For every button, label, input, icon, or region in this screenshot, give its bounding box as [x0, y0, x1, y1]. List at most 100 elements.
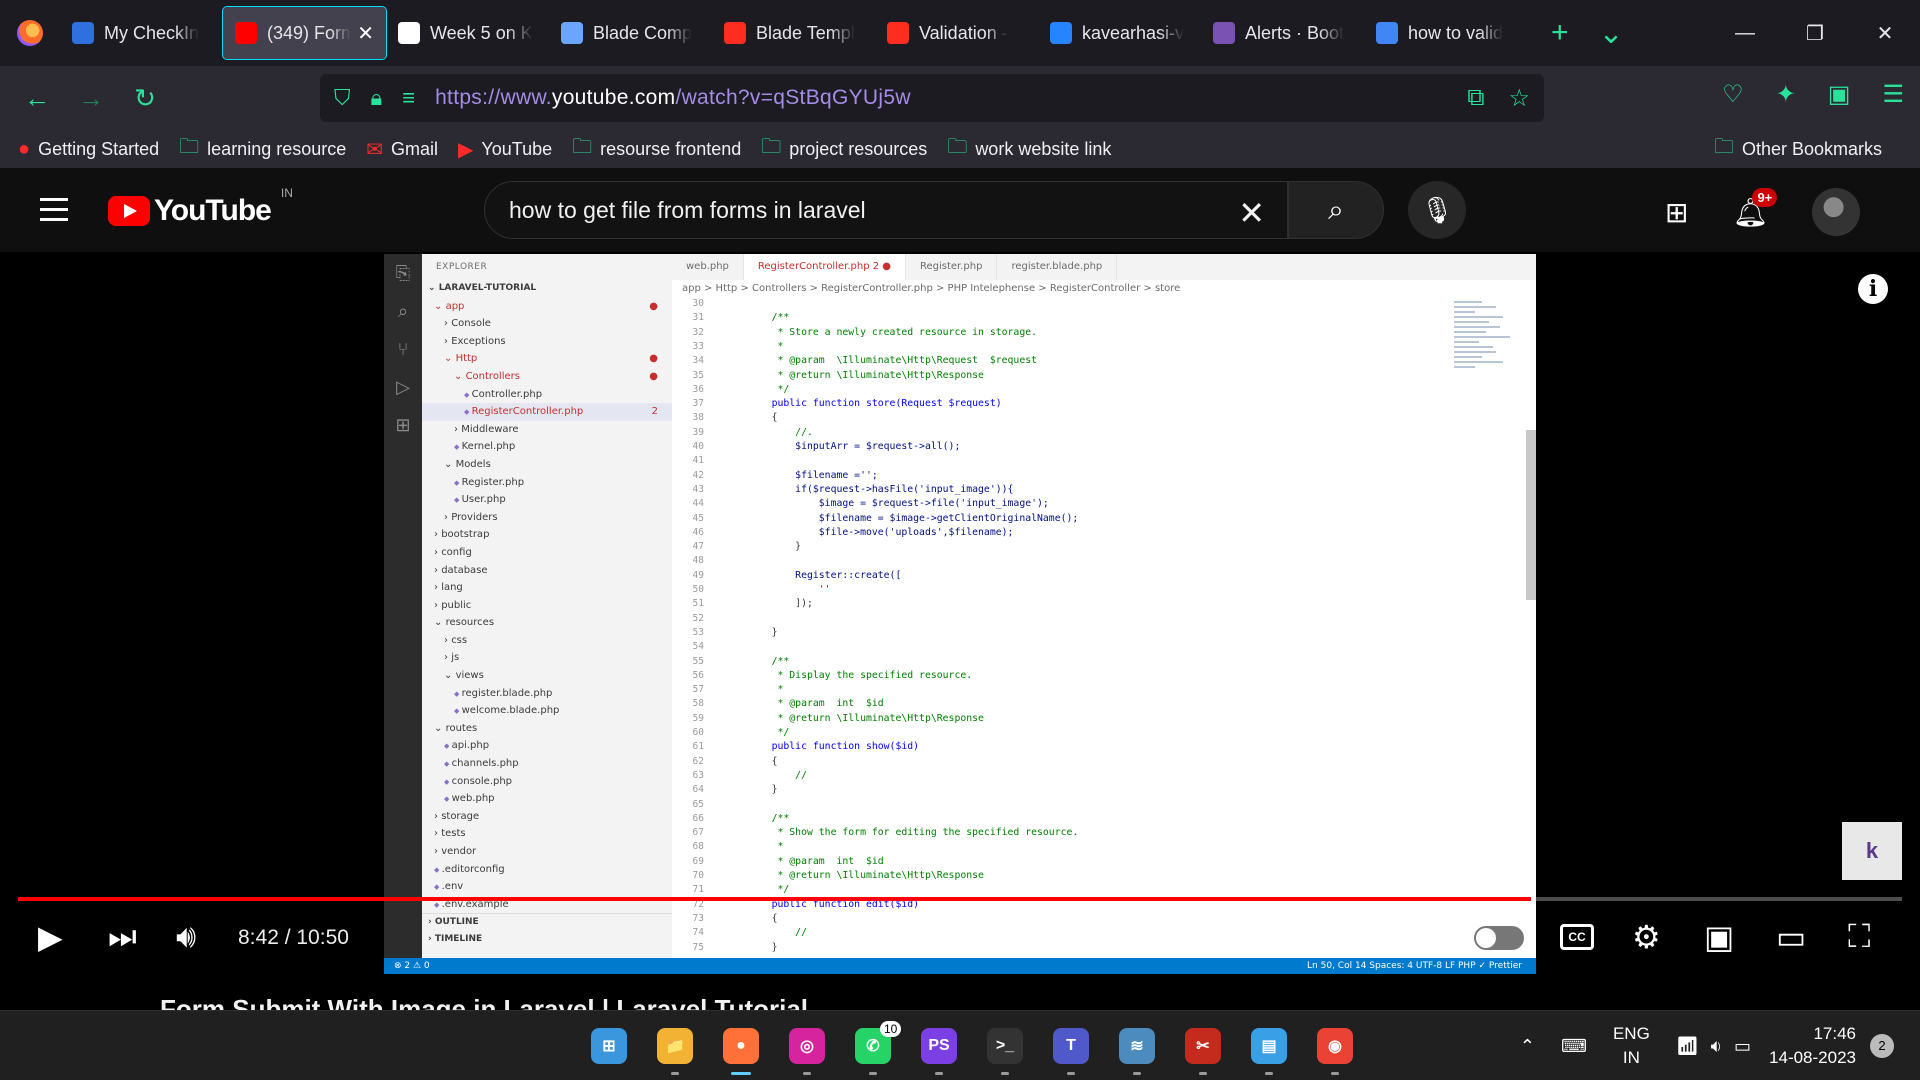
- explorer-title: EXPLORER: [436, 262, 488, 272]
- show-hidden-icons-icon[interactable]: ⌃: [1520, 1036, 1535, 1057]
- settings-gear-icon[interactable]: ⚙: [1632, 918, 1661, 956]
- minimize-window-icon[interactable]: —: [1710, 0, 1780, 66]
- file-icon: ◆: [454, 443, 462, 452]
- taskbar-app[interactable]: ●: [708, 1011, 774, 1080]
- avatar[interactable]: [1812, 188, 1860, 236]
- bookmark-item[interactable]: ✉ Gmail: [366, 137, 438, 162]
- permissions-icon[interactable]: ≡: [402, 85, 415, 111]
- progress-bar[interactable]: [18, 897, 1902, 901]
- search-button[interactable]: ⌕: [1288, 181, 1384, 239]
- taskbar-app[interactable]: ✆ 10: [840, 1011, 906, 1080]
- app-menu-icon[interactable]: ☰: [1882, 80, 1904, 109]
- tree-label: Models: [455, 458, 491, 470]
- new-tab-button[interactable]: +: [1551, 16, 1569, 50]
- bookmark-item[interactable]: 🗀 work website link: [947, 132, 1111, 166]
- guide-menu-icon[interactable]: [40, 198, 68, 228]
- wifi-icon[interactable]: 📶︎: [1676, 1036, 1699, 1057]
- folder-item: › config: [422, 544, 672, 562]
- lock-icon[interactable]: 🔒︎: [371, 85, 383, 111]
- code-line: /**: [748, 655, 790, 667]
- search-icon: ⌕: [1328, 193, 1344, 225]
- taskbar-app[interactable]: PS: [906, 1011, 972, 1080]
- line-number: 41: [692, 455, 704, 467]
- browser-tab[interactable]: Alerts · Boot: [1201, 7, 1364, 59]
- bitwarden-icon[interactable]: ▣: [1828, 80, 1851, 109]
- browser-tab[interactable]: Validation -: [875, 7, 1038, 59]
- browser-tab[interactable]: (349) Form ✕: [222, 6, 387, 60]
- search-input[interactable]: how to get file from forms in laravel ✕: [484, 181, 1288, 239]
- autoplay-toggle[interactable]: [1474, 926, 1524, 950]
- volume-icon[interactable]: 🔊︎: [176, 918, 196, 956]
- voice-search-button[interactable]: 🎙︎: [1408, 181, 1466, 239]
- subtitles-button[interactable]: CC: [1560, 924, 1594, 950]
- taskbar-app[interactable]: 📁: [642, 1011, 708, 1080]
- tree-label: database: [441, 564, 488, 576]
- search-icon: ⌕: [397, 301, 409, 321]
- restore-window-icon[interactable]: ❐: [1780, 0, 1850, 66]
- bookmark-item[interactable]: 🗀 resourse frontend: [572, 132, 741, 166]
- clear-search-icon[interactable]: ✕: [1238, 194, 1265, 232]
- create-video-icon[interactable]: ⊞: [1665, 196, 1688, 229]
- taskbar-app[interactable]: >_: [972, 1011, 1038, 1080]
- next-video-icon[interactable]: ⏭: [108, 918, 137, 956]
- close-tab-icon[interactable]: ✕: [357, 21, 374, 46]
- code-line: {: [748, 412, 778, 424]
- chevron-icon: ⌄: [444, 458, 456, 470]
- extensions-icon[interactable]: ✦: [1776, 80, 1796, 109]
- other-bookmarks[interactable]: 🗀 Other Bookmarks: [1714, 132, 1882, 166]
- taskbar-app[interactable]: ⊞: [576, 1011, 642, 1080]
- speaker-icon[interactable]: 🔉︎: [1711, 1036, 1722, 1057]
- bookmark-item[interactable]: ▶ YouTube: [458, 137, 552, 162]
- taskbar-app[interactable]: ▤: [1236, 1011, 1302, 1080]
- browser-tab[interactable]: My CheckIn: [60, 7, 223, 59]
- firefox-menu-icon[interactable]: [0, 0, 60, 66]
- list-all-tabs-button[interactable]: ⌄: [1599, 16, 1624, 51]
- bookmark-item[interactable]: 🗀 project resources: [761, 132, 927, 166]
- bookmark-label: Gmail: [391, 138, 439, 159]
- system-tray: ⌃ ⌨ ENG IN 📶︎ 🔉︎ ▭ 17:46 14-08-2023 2: [1520, 1011, 1894, 1080]
- youtube-play-icon: [108, 196, 150, 226]
- line-number: 35: [692, 369, 704, 381]
- youtube-logo[interactable]: YouTube IN: [108, 186, 293, 228]
- taskbar-app[interactable]: T: [1038, 1011, 1104, 1080]
- navigation-toolbar: ← → ↻ ⛉ 🔒︎ ≡ https://www.youtube.com/wat…: [0, 66, 1920, 130]
- play-icon[interactable]: ▶: [38, 918, 63, 956]
- close-window-icon[interactable]: ✕: [1850, 0, 1920, 66]
- back-icon[interactable]: ←: [10, 83, 64, 114]
- bookmark-star-icon[interactable]: ☆: [1508, 84, 1530, 113]
- input-language[interactable]: ENG IN: [1613, 1022, 1650, 1070]
- bookmark-item[interactable]: ● Getting Started: [18, 138, 159, 161]
- address-bar[interactable]: ⛉ 🔒︎ ≡ https://www.youtube.com/watch?v=q…: [320, 74, 1544, 122]
- notifications-button[interactable]: 🔔︎ 9+: [1732, 187, 1778, 229]
- forward-icon[interactable]: →: [64, 83, 118, 114]
- bookmark-label: learning resource: [207, 138, 347, 159]
- theater-mode-icon[interactable]: ▭: [1776, 918, 1806, 956]
- browser-tab[interactable]: Week 5 on K: [386, 7, 549, 59]
- browser-tab[interactable]: Blade Templ: [712, 7, 875, 59]
- taskbar-app[interactable]: ◎: [774, 1011, 840, 1080]
- picture-in-picture-icon[interactable]: ⧉: [1467, 84, 1484, 113]
- code-line: public function show($id): [748, 741, 920, 753]
- clock[interactable]: 17:46 14-08-2023: [1769, 1022, 1856, 1070]
- code-line: * @param int $id: [748, 698, 884, 710]
- reload-icon[interactable]: ↻: [118, 83, 172, 114]
- taskbar-app[interactable]: ✂: [1170, 1011, 1236, 1080]
- browser-tab[interactable]: kavearhasi-v: [1038, 7, 1201, 59]
- tree-label: Controller.php: [471, 388, 543, 400]
- battery-icon[interactable]: ▭: [1734, 1036, 1751, 1057]
- channel-watermark[interactable]: k: [1842, 822, 1902, 880]
- taskbar-app[interactable]: ◉: [1302, 1011, 1368, 1080]
- bookmark-item[interactable]: 🗀 learning resource: [179, 132, 346, 166]
- pocket-icon[interactable]: ♡: [1722, 80, 1744, 109]
- browser-tab[interactable]: Blade Comp: [549, 7, 712, 59]
- notification-center-badge[interactable]: 2: [1870, 1034, 1894, 1058]
- miniplayer-icon[interactable]: ▣: [1704, 918, 1734, 956]
- tracking-protection-shield-icon[interactable]: ⛉: [334, 85, 351, 111]
- fullscreen-icon[interactable]: ⛶: [1848, 918, 1870, 956]
- url-text[interactable]: https://www.youtube.com/watch?v=qStBqGYU…: [435, 86, 911, 110]
- touch-keyboard-icon[interactable]: ⌨: [1561, 1036, 1587, 1057]
- browser-tab[interactable]: how to valid: [1364, 7, 1527, 59]
- video-info-button[interactable]: i: [1858, 274, 1888, 304]
- file-item: ◆ User.php: [422, 491, 672, 509]
- taskbar-app[interactable]: ≋: [1104, 1011, 1170, 1080]
